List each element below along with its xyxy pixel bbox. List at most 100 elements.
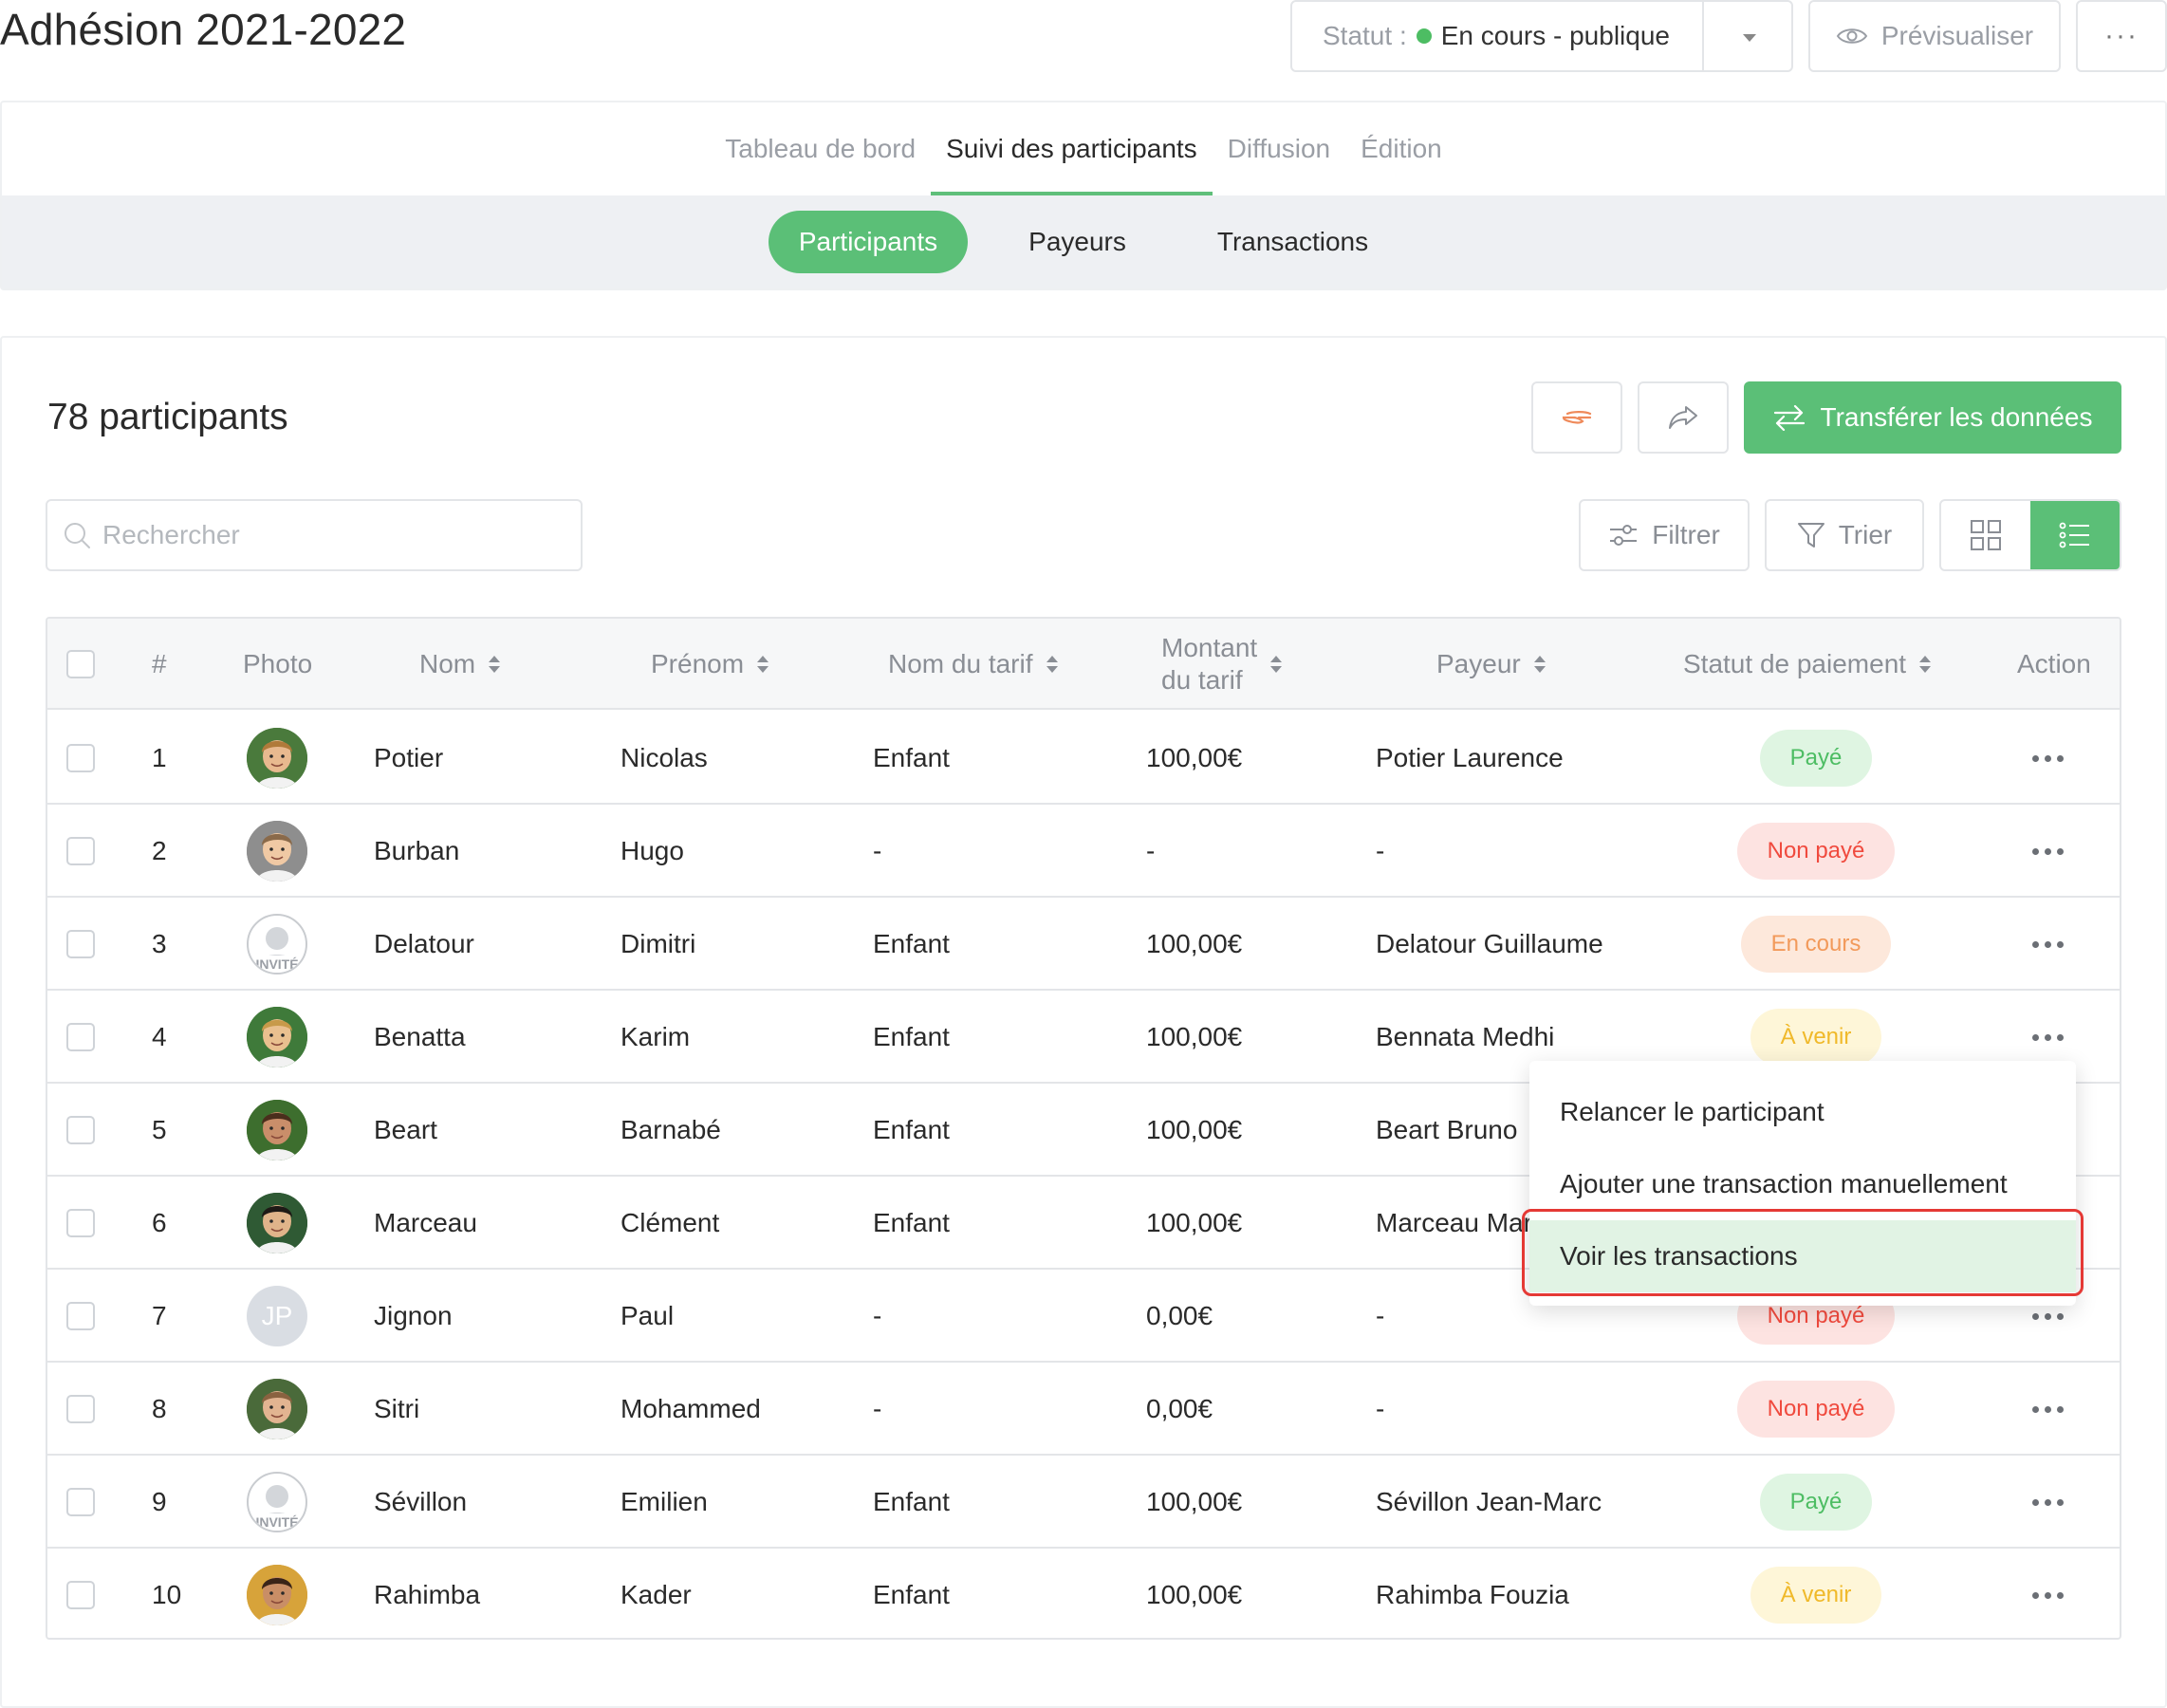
avatar — [247, 1565, 307, 1625]
status-badge: Non payé — [1736, 823, 1896, 880]
row-checkbox[interactable] — [66, 1209, 95, 1237]
cell-payeur: Beart Bruno — [1376, 1115, 1518, 1144]
cell-prenom: Clément — [620, 1208, 720, 1237]
row-action-button[interactable] — [2032, 1363, 2064, 1456]
row-checkbox[interactable] — [66, 1023, 95, 1051]
row-number: 9 — [152, 1487, 167, 1516]
status-cell: Payé — [1660, 1456, 1972, 1549]
list-view-button[interactable] — [2030, 501, 2120, 569]
subtab-participants[interactable]: Participants — [768, 211, 969, 273]
table-row[interactable]: 2 Burban Hugo - - - Non payé — [47, 805, 2120, 898]
row-checkbox[interactable] — [66, 1581, 95, 1609]
cell-nom: Delatour — [374, 929, 474, 958]
row-number: 8 — [152, 1394, 167, 1423]
cell-payeur: Rahimba Fouzia — [1376, 1580, 1569, 1609]
row-checkbox[interactable] — [66, 1116, 95, 1144]
grid-view-button[interactable] — [1941, 501, 2030, 569]
avatar — [247, 1007, 307, 1068]
row-checkbox[interactable] — [66, 1395, 95, 1423]
more-options-button[interactable]: ··· — [2076, 0, 2167, 72]
sort-arrows-icon — [757, 656, 769, 673]
cell-prenom: Paul — [620, 1301, 675, 1330]
preview-label: Prévisualiser — [1880, 21, 2034, 50]
chevron-down-icon[interactable] — [1743, 34, 1756, 42]
share-button[interactable] — [1638, 381, 1729, 454]
list-icon — [2059, 522, 2089, 548]
row-checkbox[interactable] — [66, 837, 95, 865]
cell-montant: 0,00€ — [1146, 1394, 1213, 1423]
header-prenom[interactable]: Prénom — [651, 619, 769, 710]
cell-nom: Rahimba — [374, 1580, 481, 1609]
cell-prenom: Karim — [620, 1022, 691, 1051]
row-action-button[interactable] — [2032, 1549, 2064, 1638]
avatar — [247, 728, 307, 789]
photo-cell — [247, 1084, 307, 1177]
row-action-button[interactable] — [2032, 712, 2064, 805]
more-icon: ··· — [2104, 20, 2139, 51]
row-select-cell — [66, 1456, 95, 1549]
search-input[interactable] — [102, 520, 558, 550]
menu-item-relancer[interactable]: Relancer le participant — [1529, 1076, 2076, 1148]
status-dropdown[interactable]: Statut : En cours - publique — [1290, 0, 1793, 72]
header-tarif-label: Nom du tarif — [888, 649, 1033, 678]
header-payeur[interactable]: Payeur — [1436, 619, 1546, 710]
photo-cell: JP — [247, 1270, 307, 1363]
cell-payeur: Delatour Guillaume — [1376, 929, 1603, 958]
sliders-icon — [1610, 525, 1638, 546]
row-action-button[interactable] — [2032, 1456, 2064, 1549]
subtab-payeurs[interactable]: Payeurs — [998, 211, 1157, 273]
table-row[interactable]: 1 Potier Nicolas Enfant 100,00€ Potier Lauren… — [47, 712, 2120, 805]
cell-prenom: Emilien — [620, 1487, 708, 1516]
header-nom[interactable]: Nom — [419, 619, 501, 710]
table-row[interactable]: 8 Sitri Mohammed - 0,00€ - Non payé — [47, 1363, 2120, 1456]
cell-tarif: - — [873, 1394, 882, 1423]
more-horizontal-icon — [2032, 847, 2064, 855]
tab-edition[interactable]: Édition — [1345, 102, 1457, 195]
sort-arrows-icon — [1533, 656, 1546, 673]
filter-button[interactable]: Filtrer — [1579, 499, 1750, 571]
subtab-transactions[interactable]: Transactions — [1187, 211, 1398, 273]
table-row[interactable]: 3 INVITÉ Delatour Dimitri Enfant 100,00€ Delat… — [47, 898, 2120, 991]
share-icon — [1669, 406, 1697, 429]
row-checkbox[interactable] — [66, 1302, 95, 1330]
cell-montant: 100,00€ — [1146, 1022, 1243, 1051]
header-payeur-label: Payeur — [1436, 649, 1521, 678]
header-statut-label: Statut de paiement — [1683, 649, 1907, 678]
row-number: 3 — [152, 929, 167, 958]
row-action-button[interactable] — [2032, 805, 2064, 898]
status-divider — [1702, 2, 1704, 70]
search-box[interactable] — [46, 499, 583, 571]
sort-button[interactable]: Trier — [1765, 499, 1924, 571]
row-action-button[interactable] — [2032, 898, 2064, 991]
tab-suivi-participants[interactable]: Suivi des participants — [931, 102, 1213, 195]
header-tarif[interactable]: Nom du tarif — [888, 619, 1058, 710]
tab-tableau-de-bord[interactable]: Tableau de bord — [710, 102, 931, 195]
row-checkbox[interactable] — [66, 930, 95, 958]
cell-tarif: Enfant — [873, 1487, 950, 1516]
preview-button[interactable]: Prévisualiser — [1808, 0, 2061, 72]
cell-nom: Sitri — [374, 1394, 420, 1423]
photo-cell — [247, 1549, 307, 1638]
photo-cell — [247, 712, 307, 805]
eye-icon — [1836, 28, 1868, 44]
table-row[interactable]: 10 Rahimba Kader Enfant 100,00€ Rahimba Fouzi… — [47, 1549, 2120, 1638]
photo-cell — [247, 1363, 307, 1456]
tab-diffusion[interactable]: Diffusion — [1213, 102, 1345, 195]
header-montant[interactable]: Montant du tarif — [1161, 619, 1283, 710]
header-montant-line2: du tarif — [1161, 665, 1243, 695]
cell-tarif: Enfant — [873, 1022, 950, 1051]
status-cell: Non payé — [1660, 1363, 1972, 1456]
row-checkbox[interactable] — [66, 744, 95, 772]
row-checkbox[interactable] — [66, 1488, 95, 1516]
main-tabs: Tableau de bord Suivi des participants D… — [2, 102, 2165, 195]
more-horizontal-icon — [2032, 940, 2064, 948]
table-row[interactable]: 9 INVITÉ Sévillon Emilien Enfant 100,00€ Sévil… — [47, 1456, 2120, 1549]
more-horizontal-icon — [2032, 1591, 2064, 1599]
transfer-data-button[interactable]: Transférer les données — [1744, 381, 2121, 454]
page-title: Adhésion 2021-2022 — [0, 5, 407, 54]
cell-tarif: Enfant — [873, 1580, 950, 1609]
select-all-checkbox[interactable] — [66, 650, 95, 678]
remind-button[interactable] — [1531, 381, 1622, 454]
header-statut[interactable]: Statut de paiement — [1683, 619, 1932, 710]
avatar — [247, 1100, 307, 1160]
